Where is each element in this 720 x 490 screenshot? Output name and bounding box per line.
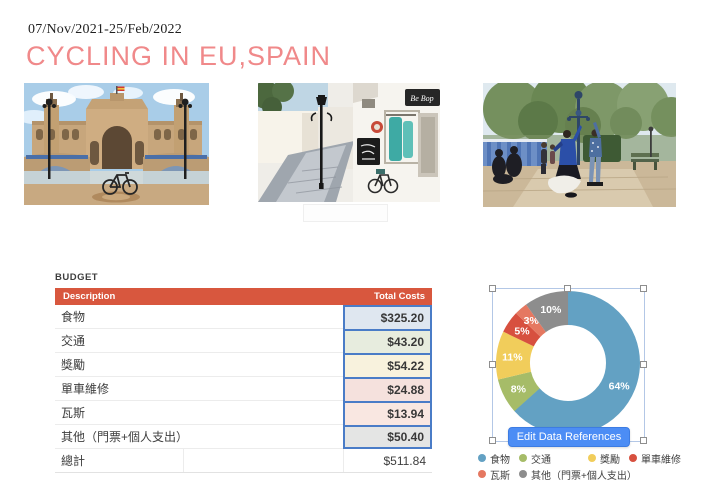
- legend-row-0: 食物 交通 獎勵 單車維修: [478, 450, 690, 466]
- shop-sign-text: Be Bop: [410, 94, 433, 103]
- photo-plaza-espana[interactable]: [24, 83, 209, 205]
- slide-canvas: { "header": { "date_range": "07/Nov/2021…: [0, 0, 720, 490]
- budget-row-label[interactable]: 獎勵: [55, 353, 343, 376]
- budget-row-4[interactable]: 瓦斯$13.94: [55, 401, 432, 425]
- legend-color-dot: [519, 470, 527, 478]
- donut-chart[interactable]: 64%8%11%5%3%10%: [490, 285, 646, 441]
- budget-row-value[interactable]: $54.22: [343, 353, 432, 377]
- legend-color-dot: [629, 454, 637, 462]
- legend-item-0: 食物: [478, 451, 510, 466]
- legend-color-dot: [588, 454, 596, 462]
- legend-label: 交通: [531, 451, 551, 466]
- selection-handle-top-left[interactable]: [489, 285, 496, 292]
- budget-row-5[interactable]: 其他（門票+個人支出）$50.40: [55, 425, 432, 449]
- budget-table-header[interactable]: Description Total Costs: [55, 288, 432, 305]
- budget-row-value[interactable]: $325.20: [343, 305, 432, 329]
- budget-row-label[interactable]: 單車維修: [55, 377, 343, 400]
- budget-row-1[interactable]: 交通$43.20: [55, 329, 432, 353]
- photo-park-dancers[interactable]: [483, 83, 676, 207]
- selection-handle-bottom-left[interactable]: [489, 437, 496, 444]
- selection-handle-mid-left[interactable]: [489, 361, 496, 368]
- edit-data-references-button[interactable]: Edit Data References: [508, 427, 630, 447]
- legend-color-dot: [478, 454, 486, 462]
- legend-label: 食物: [490, 451, 510, 466]
- budget-row-label[interactable]: 食物: [55, 305, 343, 328]
- budget-total-value[interactable]: $511.84: [343, 449, 432, 472]
- budget-row-2[interactable]: 獎勵$54.22: [55, 353, 432, 377]
- slice-percent-label: 10%: [540, 304, 562, 316]
- budget-total-row[interactable]: 總計 $511.84: [55, 449, 432, 473]
- legend-item-1: 交通: [519, 451, 551, 466]
- budget-row-label[interactable]: 交通: [55, 329, 343, 352]
- legend-row-1: 瓦斯 其他（門票+個人支出）: [478, 466, 690, 482]
- budget-table-body: 食物$325.20交通$43.20獎勵$54.22單車維修$24.88瓦斯$13…: [55, 305, 432, 449]
- legend-item-4: 瓦斯: [478, 467, 510, 482]
- budget-row-value[interactable]: $50.40: [343, 425, 432, 449]
- budget-section-label: BUDGET: [55, 272, 98, 283]
- page-title: CYCLING IN EU,SPAIN: [26, 41, 331, 72]
- slice-percent-label: 11%: [502, 351, 523, 363]
- budget-total-middle-cell[interactable]: [183, 449, 343, 472]
- chart-legend: 食物 交通 獎勵 單車維修瓦斯 其他（門票+個人支出）: [478, 450, 690, 482]
- selection-handle-top-right[interactable]: [640, 285, 647, 292]
- legend-color-dot: [519, 454, 527, 462]
- budget-row-label[interactable]: 其他（門票+個人支出）: [55, 425, 343, 448]
- budget-row-value[interactable]: $24.88: [343, 377, 432, 401]
- budget-row-value[interactable]: $43.20: [343, 329, 432, 353]
- legend-label: 獎勵: [600, 451, 620, 466]
- park-dancers-illustration: [483, 83, 676, 207]
- budget-table[interactable]: Description Total Costs 食物$325.20交通$43.2…: [55, 288, 432, 473]
- budget-total-label[interactable]: 總計: [55, 452, 183, 469]
- selection-handle-mid-right[interactable]: [640, 361, 647, 368]
- slice-percent-label: 8%: [511, 383, 527, 395]
- shop-sign: Be Bop: [405, 89, 440, 106]
- photo-street-shop[interactable]: Be Bop: [258, 83, 440, 202]
- menu-board: [357, 138, 380, 165]
- column-header-description[interactable]: Description: [55, 291, 343, 302]
- slice-percent-label: 5%: [514, 326, 530, 338]
- selection-handle-top-center[interactable]: [564, 285, 571, 292]
- date-range-text: 07/Nov/2021-25/Feb/2022: [28, 22, 182, 38]
- empty-text-placeholder[interactable]: [303, 204, 388, 222]
- plaza-espana-illustration: [24, 83, 209, 205]
- street-shop-illustration: Be Bop: [258, 83, 440, 202]
- slice-percent-label: 64%: [609, 380, 631, 392]
- legend-item-3: 單車維修: [629, 451, 681, 466]
- legend-item-5: 其他（門票+個人支出）: [519, 467, 637, 482]
- legend-item-2: 獎勵: [588, 451, 620, 466]
- budget-row-3[interactable]: 單車維修$24.88: [55, 377, 432, 401]
- legend-label: 瓦斯: [490, 467, 510, 482]
- budget-row-0[interactable]: 食物$325.20: [55, 305, 432, 329]
- budget-row-value[interactable]: $13.94: [343, 401, 432, 425]
- budget-row-label[interactable]: 瓦斯: [55, 401, 343, 424]
- column-header-total-costs[interactable]: Total Costs: [343, 291, 432, 302]
- selection-handle-bottom-right[interactable]: [640, 437, 647, 444]
- legend-label: 單車維修: [641, 451, 681, 466]
- legend-label: 其他（門票+個人支出）: [531, 467, 637, 482]
- legend-color-dot: [478, 470, 486, 478]
